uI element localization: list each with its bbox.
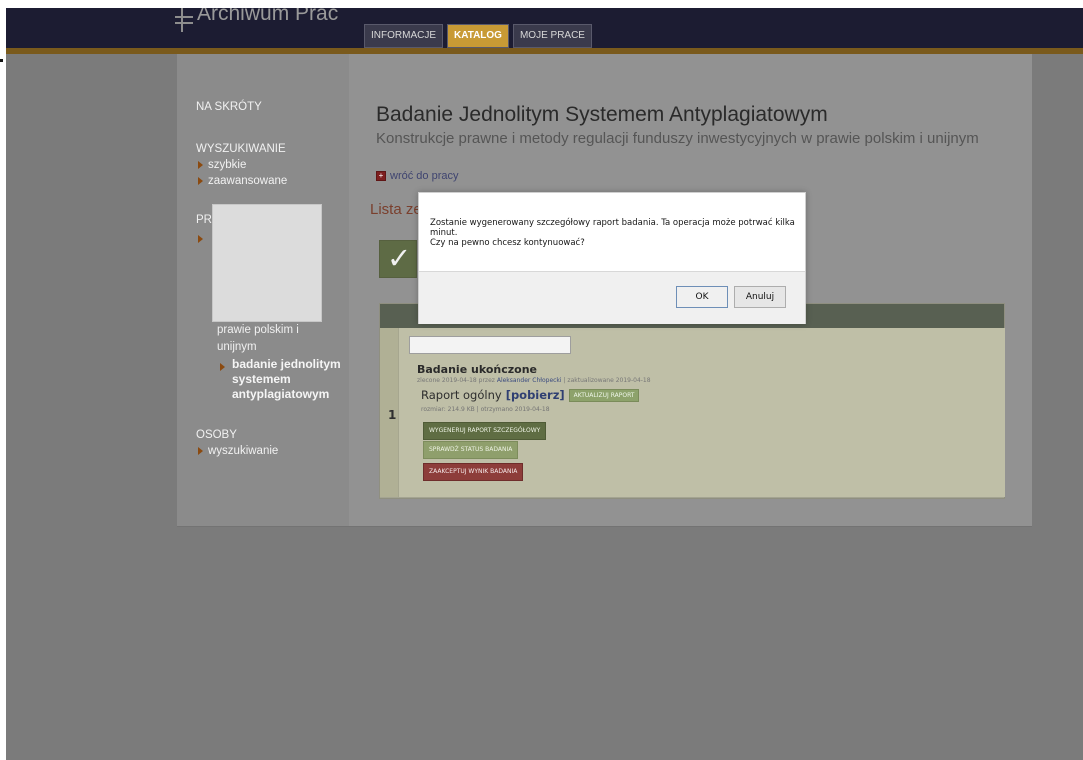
download-report-link[interactable]: [pobierz] (506, 388, 565, 402)
sidebar-item-label: szybkie (208, 159, 247, 171)
row-number: 1 (388, 408, 397, 422)
sidebar-text-line-2: unijnym (217, 341, 257, 353)
ok-button[interactable]: OK (676, 286, 728, 308)
sidebar-item-zaawansowane[interactable]: zaawansowane (198, 175, 287, 187)
sidebar-text-line-1: prawie polskim i (217, 324, 299, 336)
top-navigation-bar: Archiwum Prac INFORMACJE KATALOG MOJE PR… (6, 8, 1083, 48)
dialog-message: Zostanie wygenerowany szczegółowy raport… (430, 218, 802, 248)
meta-suffix: | zaktualizowane 2019-04-18 (563, 377, 651, 384)
archive-column-icon (175, 8, 195, 32)
site-logo[interactable]: Archiwum Prac (175, 8, 339, 32)
sidebar-item-szybkie[interactable]: szybkie (198, 159, 246, 171)
bullet-arrow-icon (220, 363, 225, 371)
current-item-line-3[interactable]: antyplagiatowym (232, 387, 329, 402)
generate-detailed-report-button[interactable]: WYGENERUJ RAPORT SZCZEGÓŁOWY (423, 422, 547, 440)
partial-heading: PR (196, 214, 212, 226)
check-status-button[interactable]: SPRAWDŹ STATUS BADANIA (423, 441, 519, 459)
tab-informacje[interactable]: INFORMACJE (364, 24, 443, 48)
inline-empty-field (409, 336, 571, 354)
current-item-line-1[interactable]: badanie jednolitym (232, 357, 341, 372)
tab-moje-prace[interactable]: MOJE PRACE (512, 24, 592, 48)
bullet-arrow-icon (198, 235, 203, 243)
list-heading: Lista ze (370, 201, 422, 218)
dialog-message-line-1: Zostanie wygenerowany szczegółowy raport… (430, 218, 795, 238)
blank-overlay-box (212, 204, 322, 322)
meta-user-link[interactable]: Aleksander Chłopecki (497, 377, 562, 384)
sidebar-item-label: wyszukiwanie (208, 445, 279, 457)
confirmation-dialog: Zostanie wygenerowany szczegółowy raport… (418, 192, 806, 324)
report-label: Raport ogólny (421, 388, 502, 402)
left-sidebar: NA SKRÓTY WYSZUKIWANIE szybkie zaawansow… (177, 54, 349, 526)
page-title: Badanie Jednolitym Systemem Antyplagiato… (376, 103, 828, 126)
page-subtitle: Konstrukcje prawne i metody regulacji fu… (376, 130, 979, 147)
table-row: 1 Badanie ukończone zlecone 2019-04-18 p… (380, 328, 1005, 497)
site-logo-title: Archiwum Prac (197, 8, 339, 25)
bullet-arrow-icon (198, 177, 203, 185)
search-heading: WYSZUKIWANIE (196, 143, 286, 155)
row-meta: zlecone 2019-04-18 przez Aleksander Chło… (417, 377, 651, 384)
status-title: Badanie ukończone (417, 363, 538, 376)
corner-dot (0, 59, 3, 62)
report-size-info: rozmiar: 214.9 KB | otrzymano 2019-04-18 (421, 406, 550, 413)
report-line: Raport ogólny [pobierz] AKTUALIZUJ RAPOR… (421, 388, 640, 402)
checkmark-icon (379, 240, 417, 278)
current-item-line-2[interactable]: systemem (232, 372, 291, 387)
bullet-arrow-icon (198, 161, 203, 169)
bullet-arrow-icon (198, 447, 203, 455)
shortcuts-heading: NA SKRÓTY (196, 101, 262, 113)
row-content: Badanie ukończone zlecone 2019-04-18 prz… (398, 328, 1005, 497)
meta-prefix: zlecone 2019-04-18 przez (417, 377, 495, 384)
main-tabs: INFORMACJE KATALOG MOJE PRACE (364, 24, 592, 48)
browser-page: Archiwum Prac INFORMACJE KATALOG MOJE PR… (6, 8, 1083, 760)
back-link-label: wróć do pracy (390, 170, 459, 182)
dialog-footer: OK Anuluj (419, 271, 805, 324)
back-to-work-link[interactable]: + wróć do pracy (376, 170, 458, 182)
results-table: 1 Badanie ukończone zlecone 2019-04-18 p… (379, 303, 1005, 499)
cancel-button[interactable]: Anuluj (734, 286, 786, 308)
people-heading: OSOBY (196, 429, 237, 441)
dialog-message-line-2: Czy na pewno chcesz kontynuować? (430, 238, 585, 248)
sidebar-item-label: zaawansowane (208, 175, 288, 187)
tab-katalog[interactable]: KATALOG (447, 24, 509, 48)
plus-icon: + (376, 171, 386, 181)
sidebar-item-wyszukiwanie[interactable]: wyszukiwanie (198, 445, 278, 457)
accept-result-button[interactable]: ZAAKCEPTUJ WYNIK BADANIA (423, 463, 524, 481)
update-report-button[interactable]: AKTUALIZUJ RAPORT (568, 388, 640, 402)
